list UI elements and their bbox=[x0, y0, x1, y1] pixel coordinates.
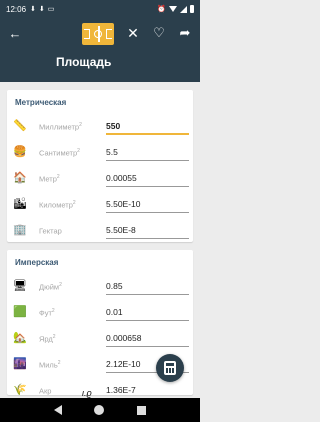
unit-label: Метр2 bbox=[39, 174, 60, 184]
monitor-icon: 🖥 bbox=[13, 280, 27, 292]
handwriting-overlay: ι.ϱ bbox=[82, 388, 92, 398]
unit-value-input[interactable]: 0.85 bbox=[106, 279, 189, 295]
unit-value-input[interactable]: 550 bbox=[106, 119, 189, 135]
close-icon[interactable]: ✕ bbox=[124, 24, 142, 42]
download-icon: ⬇ bbox=[30, 6, 36, 13]
unit-value-input[interactable]: 1.36E-7 bbox=[106, 383, 189, 399]
city-icon: 🌆 bbox=[13, 358, 27, 370]
unit-row: 🟩 Фут2 0.01 bbox=[7, 300, 193, 328]
back-icon[interactable]: ← bbox=[6, 24, 24, 42]
unit-row: 🏡 Ярд2 0.000658 bbox=[7, 326, 193, 354]
wifi-icon bbox=[169, 6, 177, 12]
app-toolbar: ← ✕ ♡ ➦ Площадь bbox=[0, 18, 200, 82]
section-title: Метрическая bbox=[15, 98, 67, 107]
carpet-icon: 🟩 bbox=[13, 306, 27, 318]
unit-value-input[interactable]: 5.50E-8 bbox=[106, 223, 189, 239]
unit-row: 🏢 Гектар 5.50E-8 bbox=[7, 218, 193, 246]
status-time: 12:06 bbox=[6, 4, 27, 14]
unit-row: 🍔 Сантиметр2 5.5 bbox=[7, 140, 193, 168]
calculator-button[interactable] bbox=[156, 354, 184, 382]
unit-value-input[interactable]: 0.000658 bbox=[106, 331, 189, 347]
battery-icon bbox=[190, 5, 194, 13]
unit-label: Акр bbox=[39, 386, 52, 396]
alarm-icon: ⏰ bbox=[157, 6, 166, 13]
house-garden-icon: 🏡 bbox=[13, 332, 27, 344]
clipboard-icon: ▭ bbox=[47, 6, 55, 13]
unit-label: Миллиметр2 bbox=[39, 122, 82, 132]
unit-row: 🖥 Дюйм2 0.85 bbox=[7, 274, 193, 302]
house-icon: 🏠 bbox=[13, 172, 27, 184]
nav-back-icon[interactable] bbox=[54, 405, 63, 415]
city-icon: 🏙 bbox=[13, 198, 27, 210]
hamburger-icon: 🍔 bbox=[13, 146, 27, 158]
nav-home-icon[interactable] bbox=[94, 405, 105, 415]
building-icon: 🏢 bbox=[13, 224, 27, 236]
section-title: Имперская bbox=[15, 258, 59, 267]
unit-value-input[interactable]: 5.50E-10 bbox=[106, 197, 189, 213]
calculator-icon bbox=[164, 361, 176, 375]
unit-label: Гектар bbox=[39, 226, 62, 236]
share-icon[interactable]: ➦ bbox=[176, 24, 194, 42]
unit-row: 🏠 Метр2 0.00055 bbox=[7, 166, 193, 194]
unit-value-input[interactable]: 0.01 bbox=[106, 305, 189, 321]
metric-section: Метрическая 📏 Миллиметр2 550 🍔 Сантиметр2 5.5… bbox=[7, 90, 193, 242]
page-title: Площадь bbox=[56, 55, 112, 69]
system-nav-bar bbox=[0, 398, 200, 422]
unit-row: 📏 Миллиметр2 550 bbox=[7, 114, 193, 142]
unit-label: Сантиметр2 bbox=[39, 148, 80, 158]
unit-label: Дюйм2 bbox=[39, 282, 62, 292]
ruler-icon: 📏 bbox=[13, 120, 27, 132]
unit-value-input[interactable]: 5.5 bbox=[106, 145, 189, 161]
download-icon: ⬇ bbox=[38, 6, 45, 13]
nav-recent-icon[interactable] bbox=[136, 405, 146, 415]
unit-label: Фут2 bbox=[39, 308, 55, 318]
unit-label: Километр2 bbox=[39, 200, 76, 210]
favorite-icon[interactable]: ♡ bbox=[150, 24, 168, 42]
signal-icon bbox=[180, 5, 187, 13]
soccer-field-icon bbox=[82, 23, 114, 45]
unit-label: Ярд2 bbox=[39, 334, 56, 344]
unit-label: Миль2 bbox=[39, 360, 61, 370]
status-bar: 12:06 ⬇ ⬇ ▭ ⏰ bbox=[0, 0, 200, 18]
unit-value-input[interactable]: 0.00055 bbox=[106, 171, 189, 187]
field-icon: 🌾 bbox=[13, 384, 27, 396]
unit-row: 🏙 Километр2 5.50E-10 bbox=[7, 192, 193, 220]
